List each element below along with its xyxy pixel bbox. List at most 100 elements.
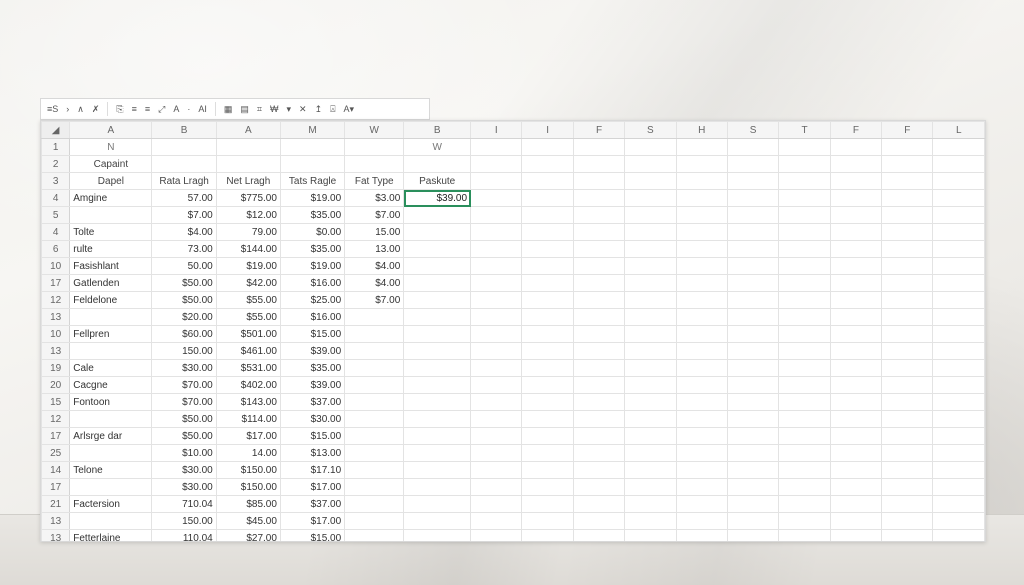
- cell[interactable]: Telone: [70, 462, 152, 479]
- cell[interactable]: $402.00: [216, 377, 280, 394]
- cell[interactable]: $35.00: [280, 207, 344, 224]
- cell[interactable]: [779, 309, 830, 326]
- cell[interactable]: [933, 190, 985, 207]
- cell[interactable]: [933, 258, 985, 275]
- cell[interactable]: [727, 513, 778, 530]
- cell[interactable]: [216, 156, 280, 173]
- cell[interactable]: [727, 445, 778, 462]
- cell[interactable]: [522, 530, 573, 543]
- cell[interactable]: $150.00: [216, 479, 280, 496]
- cell[interactable]: [676, 394, 727, 411]
- column-header[interactable]: I: [522, 122, 573, 139]
- cell[interactable]: [404, 377, 471, 394]
- cell[interactable]: Arlsrge dar: [70, 428, 152, 445]
- toolbar-button[interactable]: ⍓: [328, 104, 337, 115]
- row-header[interactable]: 12: [42, 411, 70, 428]
- selected-cell[interactable]: $39.00: [404, 190, 471, 207]
- cell[interactable]: $0.00: [280, 224, 344, 241]
- cell[interactable]: $4.00: [345, 258, 404, 275]
- cell[interactable]: [345, 139, 404, 156]
- cell[interactable]: Cale: [70, 360, 152, 377]
- cell[interactable]: $4.00: [345, 275, 404, 292]
- table-row[interactable]: 13$20.00$55.00$16.00: [42, 309, 985, 326]
- cell[interactable]: rulte: [70, 241, 152, 258]
- cell[interactable]: [404, 360, 471, 377]
- cell[interactable]: [882, 530, 933, 543]
- cell[interactable]: [882, 428, 933, 445]
- cell[interactable]: $17.10: [280, 462, 344, 479]
- cell[interactable]: [625, 496, 676, 513]
- cell[interactable]: $39.00: [280, 377, 344, 394]
- cell[interactable]: [933, 360, 985, 377]
- cell[interactable]: [404, 292, 471, 309]
- cell[interactable]: [727, 496, 778, 513]
- toolbar-button[interactable]: ↥: [313, 104, 325, 115]
- cell[interactable]: [882, 394, 933, 411]
- cell[interactable]: $35.00: [280, 360, 344, 377]
- cell[interactable]: [573, 139, 624, 156]
- cell[interactable]: [522, 207, 573, 224]
- cell[interactable]: $7.00: [345, 207, 404, 224]
- cell[interactable]: $55.00: [216, 292, 280, 309]
- cell[interactable]: Fontoon: [70, 394, 152, 411]
- cell[interactable]: $12.00: [216, 207, 280, 224]
- cell[interactable]: [522, 496, 573, 513]
- cell[interactable]: [404, 241, 471, 258]
- cell[interactable]: [345, 343, 404, 360]
- cell[interactable]: [933, 394, 985, 411]
- cell[interactable]: [345, 445, 404, 462]
- toolbar-button[interactable]: ✕: [297, 104, 309, 115]
- cell[interactable]: [933, 513, 985, 530]
- cell[interactable]: $19.00: [280, 258, 344, 275]
- cell[interactable]: [830, 411, 881, 428]
- cell[interactable]: $37.00: [280, 496, 344, 513]
- cell[interactable]: [882, 156, 933, 173]
- cell[interactable]: [573, 156, 624, 173]
- cell[interactable]: Cacgne: [70, 377, 152, 394]
- cell[interactable]: [830, 241, 881, 258]
- cell[interactable]: [676, 462, 727, 479]
- cell[interactable]: [522, 258, 573, 275]
- cell[interactable]: [882, 462, 933, 479]
- cell[interactable]: [345, 513, 404, 530]
- cell[interactable]: [522, 326, 573, 343]
- cell[interactable]: Tats Ragle: [280, 173, 344, 190]
- cell[interactable]: [471, 462, 522, 479]
- cell[interactable]: [933, 275, 985, 292]
- cell[interactable]: [404, 428, 471, 445]
- cell[interactable]: [70, 513, 152, 530]
- cell[interactable]: [727, 394, 778, 411]
- cell[interactable]: [345, 309, 404, 326]
- cell[interactable]: [573, 207, 624, 224]
- cell[interactable]: $27.00: [216, 530, 280, 543]
- cell[interactable]: [345, 394, 404, 411]
- cell[interactable]: [676, 326, 727, 343]
- column-header[interactable]: M: [280, 122, 344, 139]
- table-row[interactable]: 19Cale$30.00$531.00$35.00: [42, 360, 985, 377]
- cell[interactable]: [70, 207, 152, 224]
- cell[interactable]: [882, 479, 933, 496]
- cell[interactable]: [882, 258, 933, 275]
- cell[interactable]: [280, 156, 344, 173]
- cell[interactable]: [882, 241, 933, 258]
- cell[interactable]: [345, 411, 404, 428]
- cell[interactable]: [625, 445, 676, 462]
- row-header[interactable]: 17: [42, 275, 70, 292]
- cell[interactable]: [830, 428, 881, 445]
- cell[interactable]: [882, 190, 933, 207]
- cell[interactable]: [471, 513, 522, 530]
- cell[interactable]: [471, 479, 522, 496]
- cell[interactable]: $55.00: [216, 309, 280, 326]
- column-header[interactable]: A: [70, 122, 152, 139]
- cell[interactable]: [933, 377, 985, 394]
- cell[interactable]: [345, 326, 404, 343]
- row-header[interactable]: 17: [42, 428, 70, 445]
- cell[interactable]: [727, 360, 778, 377]
- cell[interactable]: [779, 156, 830, 173]
- cell[interactable]: [933, 462, 985, 479]
- cell[interactable]: [830, 258, 881, 275]
- cell[interactable]: [573, 530, 624, 543]
- cell[interactable]: [573, 309, 624, 326]
- cell[interactable]: $70.00: [152, 394, 216, 411]
- cell[interactable]: [830, 530, 881, 543]
